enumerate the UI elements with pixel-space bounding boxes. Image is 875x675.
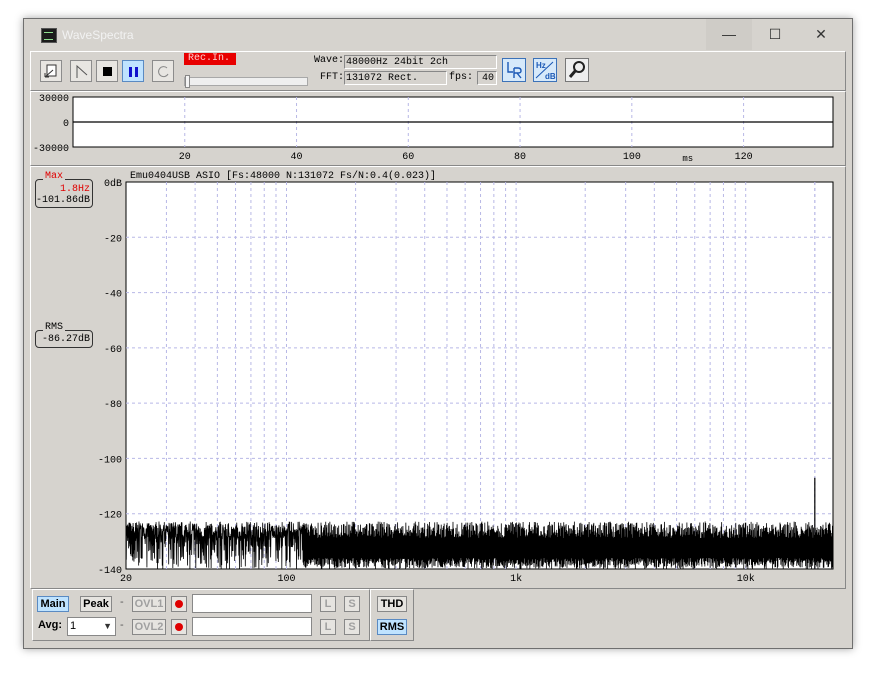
- close-button[interactable]: ✕: [798, 19, 844, 50]
- rms-level-value: -86.27dB: [41, 334, 90, 345]
- spectrum-y-tick-label: -100: [98, 455, 122, 466]
- app-icon: [41, 28, 57, 43]
- avg-label: Avg:: [38, 619, 63, 631]
- waveform-x-tick-label: 120: [735, 152, 753, 163]
- chevron-down-icon: ▼: [103, 621, 112, 631]
- spectrum-y-tick-label: -60: [104, 345, 122, 356]
- hz-db-scale-button[interactable]: Hz dB: [533, 58, 557, 82]
- minimize-button[interactable]: —: [706, 19, 752, 50]
- hz-db-scale-icon: Hz dB: [533, 58, 557, 82]
- ovl2-button[interactable]: OVL2: [132, 619, 166, 635]
- spectrum-y-tick-label: -20: [104, 234, 122, 245]
- svg-text:dB: dB: [545, 72, 556, 81]
- lr-channel-icon: [502, 58, 526, 82]
- spectrum-x-tick-label: 1k: [510, 573, 522, 585]
- waveform-x-unit: ms: [682, 154, 693, 164]
- lr-channel-button[interactable]: [502, 58, 526, 82]
- spectrum-chart: Emu0404USB ASIO [Fs:48000 N:131072 Fs/N:…: [98, 170, 834, 585]
- ovl2-load-button[interactable]: L: [320, 619, 336, 635]
- spectrum-y-tick-label: -140: [98, 566, 122, 577]
- title-bar[interactable]: WaveSpectra — ☐ ✕: [24, 19, 852, 50]
- waveform-x-tick-label: 60: [402, 152, 414, 163]
- fps-field: 40: [477, 71, 497, 85]
- waveform-y-tick-label: -30000: [33, 144, 69, 155]
- waveform-x-tick-label: 80: [514, 152, 526, 163]
- wave-format-field: 48000Hz 24bit 2ch: [344, 55, 497, 69]
- ovl1-name-field[interactable]: [192, 594, 312, 613]
- spectrum-y-tick-label: 0dB: [104, 178, 122, 190]
- play-marker-icon: [76, 64, 88, 78]
- dash-separator: -: [120, 619, 124, 631]
- waveform-y-tick-label: 30000: [39, 94, 69, 105]
- avg-select-value: 1: [70, 620, 77, 632]
- window-title: WaveSpectra: [62, 28, 134, 42]
- ovl2-record-button[interactable]: [171, 619, 187, 635]
- maximize-button[interactable]: ☐: [752, 19, 798, 50]
- waveform-chart: 20 40 60 80 100 120 ms 30000 0 -30000: [33, 94, 834, 164]
- rms-caption: RMS: [43, 322, 66, 333]
- stop-icon: [103, 67, 112, 76]
- ovl1-load-button[interactable]: L: [320, 596, 336, 612]
- spectrum-plot-area: [125, 181, 834, 570]
- waveform-x-tick-label: 100: [623, 152, 641, 163]
- ovl2-name-field[interactable]: [192, 617, 312, 636]
- main-button[interactable]: Main: [37, 596, 69, 612]
- spectrum-y-tick-label: -40: [104, 290, 122, 301]
- max-readout-box: 1.8Hz -101.86dB: [35, 179, 93, 208]
- max-caption: Max: [43, 171, 66, 182]
- spectrum-title: Emu0404USB ASIO [Fs:48000 N:131072 Fs/N:…: [130, 170, 436, 182]
- bottom-panel: Main Peak Avg: 1 ▼ - - OVL1 OVL2 L S L S…: [32, 589, 844, 641]
- spectrum-x-tick-label: 100: [277, 574, 295, 585]
- avg-select[interactable]: 1 ▼: [67, 617, 116, 636]
- pause-icon: [129, 67, 138, 77]
- settings-wrench-icon: [565, 58, 589, 82]
- pause-button[interactable]: [122, 60, 144, 82]
- max-level-value: -101.86dB: [35, 195, 90, 206]
- rms-button[interactable]: RMS: [377, 619, 407, 635]
- stop-button[interactable]: [96, 60, 118, 82]
- waveform-y-tick-label: 0: [63, 119, 69, 130]
- ovl1-record-button[interactable]: [171, 596, 187, 612]
- loop-button[interactable]: [152, 60, 174, 82]
- slider-thumb[interactable]: [185, 75, 190, 88]
- rec-in-indicator: Rec.In.: [184, 53, 236, 65]
- spectrum-y-tick-label: -80: [104, 400, 122, 411]
- spectrum-x-tick-label: 20: [120, 574, 132, 585]
- max-freq-value: 1.8Hz: [59, 184, 90, 195]
- fps-label: fps:: [449, 72, 474, 83]
- ovl2-save-button[interactable]: S: [344, 619, 360, 635]
- fft-label: FFT:: [320, 72, 345, 83]
- peak-button[interactable]: Peak: [80, 596, 112, 612]
- settings-button[interactable]: [565, 58, 589, 82]
- waveform-panel: 20 40 60 80 100 120 ms 30000 0 -30000: [30, 91, 846, 166]
- open-file-icon: [44, 64, 57, 78]
- spectrum-y-tick-label: -120: [98, 511, 122, 522]
- svg-text:Hz: Hz: [536, 61, 546, 70]
- thd-button[interactable]: THD: [377, 596, 407, 612]
- ovl1-save-button[interactable]: S: [344, 596, 360, 612]
- fft-setting-field: 131072 Rect.: [344, 71, 447, 85]
- main-window: WaveSpectra — ☐ ✕ Rec.In. Wave: 48000Hz …: [23, 18, 853, 649]
- dash-separator: -: [120, 596, 124, 608]
- open-file-button[interactable]: [40, 60, 62, 82]
- toolbar: Rec.In. Wave: 48000Hz 24bit 2ch FFT: 131…: [30, 51, 846, 91]
- spectrum-panel: 1.8Hz -101.86dB Max -86.27dB RMS Emu0404…: [30, 166, 846, 589]
- waveform-x-tick-label: 20: [179, 152, 191, 163]
- waveform-x-tick-label: 40: [291, 152, 303, 163]
- spectrum-x-tick-label: 10k: [737, 573, 755, 585]
- play-marker-button[interactable]: [70, 60, 92, 82]
- wave-label: Wave:: [314, 55, 345, 66]
- position-slider[interactable]: [184, 75, 308, 88]
- ovl1-button[interactable]: OVL1: [132, 596, 166, 612]
- loop-icon: [158, 66, 169, 78]
